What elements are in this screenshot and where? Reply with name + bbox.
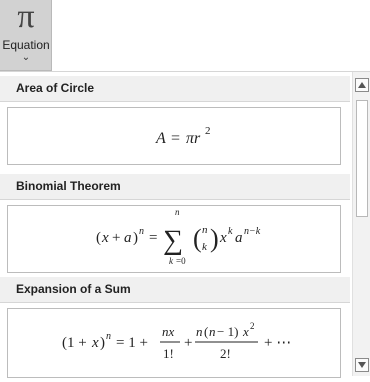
svg-text:=: =: [149, 230, 157, 246]
scroll-thumb[interactable]: [356, 100, 368, 217]
pi-icon: π: [17, 0, 35, 35]
svg-text:+: +: [112, 230, 120, 246]
section-header-binomial-theorem: Binomial Theorem: [0, 174, 350, 200]
svg-text:(: (: [96, 230, 101, 246]
svg-text:= 1 +: = 1 +: [116, 335, 148, 351]
equation-button[interactable]: π Equation ⌄: [0, 0, 52, 71]
svg-text:n−k: n−k: [244, 226, 261, 237]
svg-text:+ ⋯: + ⋯: [264, 335, 291, 351]
equation-label: Equation: [2, 38, 50, 52]
equation-formula: A = πr 2: [155, 125, 211, 147]
svg-text:n: n: [175, 207, 180, 217]
svg-text:1!: 1!: [163, 346, 174, 361]
svg-text:− 1): − 1): [217, 324, 238, 339]
svg-text:a: a: [124, 230, 132, 246]
svg-text:2!: 2!: [220, 346, 231, 361]
svg-text:k: k: [169, 256, 174, 266]
svg-text:(: (: [204, 324, 208, 339]
svg-text:n: n: [209, 324, 216, 339]
scrollbar[interactable]: [352, 72, 370, 376]
section-title: Binomial Theorem: [16, 179, 121, 193]
equation-gallery: Area of Circle A = πr 2 Binomial Theorem…: [0, 71, 370, 378]
svg-text:k: k: [202, 241, 208, 253]
svg-text:n: n: [106, 331, 111, 342]
svg-text:n: n: [196, 324, 203, 339]
equation-item-binomial-theorem[interactable]: ( x + a ) n = n ∑ k =0 ( n k ) x k a n−k: [7, 205, 341, 273]
scroll-down-icon[interactable]: [355, 358, 369, 372]
svg-text:∑: ∑: [163, 225, 183, 256]
section-header-area-of-circle: Area of Circle: [0, 76, 350, 102]
svg-text:2: 2: [205, 125, 211, 137]
svg-text:): ): [100, 335, 105, 351]
chevron-down-icon[interactable]: ⌄: [0, 52, 52, 63]
svg-text:x: x: [242, 324, 249, 339]
svg-text:x: x: [219, 230, 227, 246]
svg-text:x: x: [91, 335, 99, 351]
equation-item-area-of-circle[interactable]: A = πr 2: [7, 107, 341, 165]
svg-text:2: 2: [250, 321, 255, 331]
equation-formula: ( x + a ) n = n ∑ k =0 ( n k ) x k a n−k: [96, 207, 261, 266]
section-title: Area of Circle: [16, 81, 95, 95]
svg-text:n: n: [202, 224, 208, 236]
svg-text:πr: πr: [186, 130, 201, 147]
svg-text:a: a: [235, 230, 243, 246]
svg-text:=: =: [171, 130, 180, 147]
svg-text:k: k: [228, 226, 233, 237]
svg-text:nx: nx: [162, 324, 175, 339]
svg-text:(1 +: (1 +: [62, 335, 87, 351]
equation-item-expansion-of-a-sum[interactable]: (1 + x ) n = 1 + nx 1! + n ( n − 1) x 2 …: [7, 308, 341, 378]
svg-text:=0: =0: [176, 256, 186, 266]
svg-text:): ): [210, 224, 219, 253]
svg-text:(: (: [193, 224, 202, 253]
equation-formula: (1 + x ) n = 1 + nx 1! + n ( n − 1) x 2 …: [62, 321, 291, 361]
section-title: Expansion of a Sum: [16, 282, 131, 296]
section-header-expansion-of-a-sum: Expansion of a Sum: [0, 277, 350, 303]
svg-text:n: n: [139, 226, 144, 237]
svg-text:+: +: [184, 335, 192, 351]
svg-text:A: A: [155, 130, 166, 147]
svg-text:x: x: [101, 230, 109, 246]
scroll-up-icon[interactable]: [355, 78, 369, 92]
svg-text:): ): [133, 230, 138, 246]
